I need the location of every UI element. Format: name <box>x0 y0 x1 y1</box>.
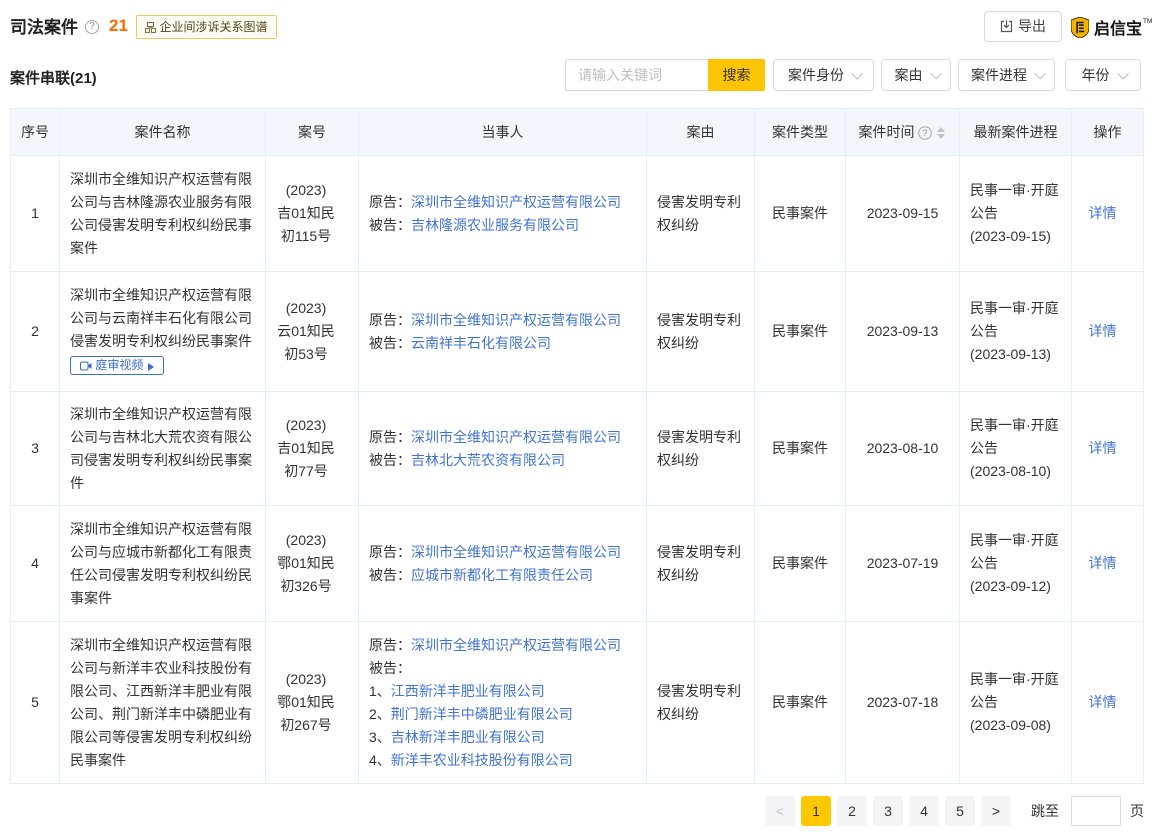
svg-text:?: ? <box>923 128 928 138</box>
